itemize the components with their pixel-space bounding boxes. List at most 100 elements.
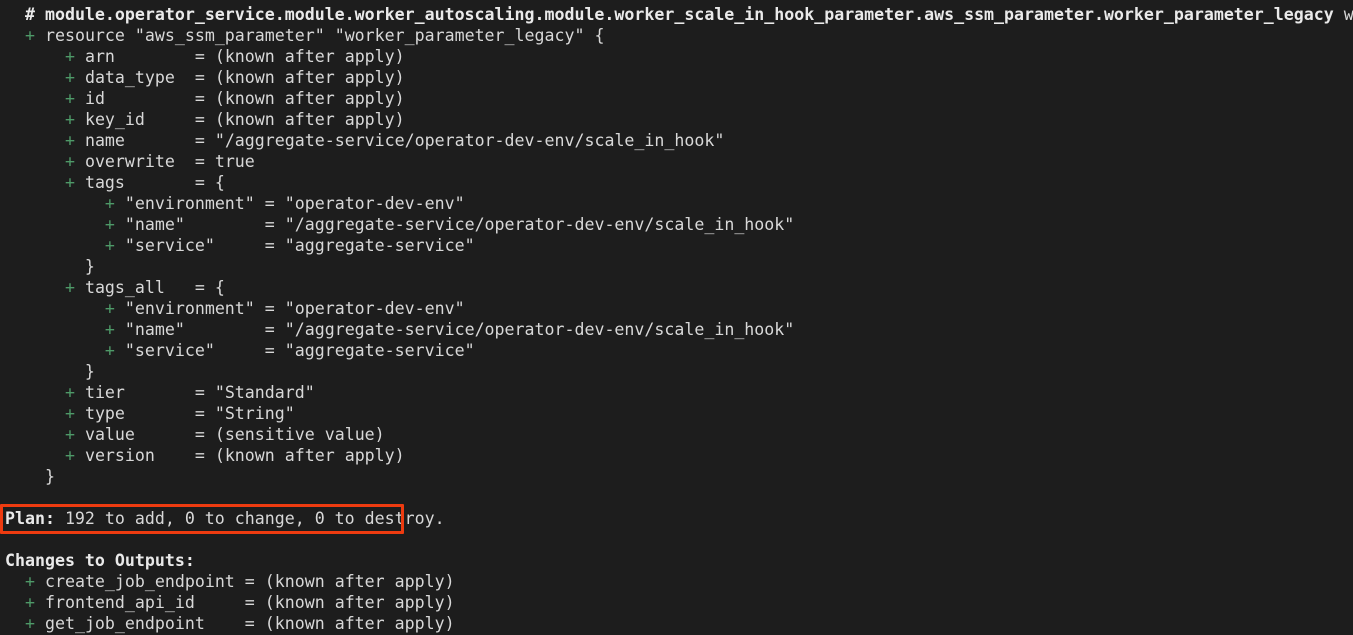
- tag-entry-line: + "environment" = "operator-dev-env": [0, 193, 1353, 214]
- add-marker: +: [64, 278, 75, 297]
- resource-header-line: # module.operator_service.module.worker_…: [0, 4, 1353, 25]
- attribute-text: id = (known after apply): [84, 89, 405, 108]
- output-item-line: + create_job_endpoint = (known after app…: [0, 571, 1353, 592]
- attribute-line: + id = (known after apply): [0, 88, 1353, 109]
- tag-entry-text: "environment" = "operator-dev-env": [124, 194, 465, 213]
- tags-all-close-line: }: [0, 361, 1353, 382]
- attribute-line: + name = "/aggregate-service/operator-de…: [0, 130, 1353, 151]
- output-item-line: + frontend_api_id = (known after apply): [0, 592, 1353, 613]
- tags-all-open-line: + tags_all = {: [0, 277, 1353, 298]
- tags-all-close-brace: }: [64, 362, 95, 381]
- attribute-line: + type = "String": [0, 403, 1353, 424]
- attribute-text: overwrite = true: [84, 152, 255, 171]
- tags-close-brace: }: [64, 257, 95, 276]
- attribute-line: + tier = "Standard": [0, 382, 1353, 403]
- tag-entry-text: "service" = "aggregate-service": [124, 341, 475, 360]
- tag-entry-text: "name" = "/aggregate-service/operator-de…: [124, 215, 795, 234]
- add-marker: +: [64, 47, 75, 66]
- resource-address: module.operator_service.module.worker_au…: [44, 5, 1334, 24]
- add-marker: +: [64, 383, 75, 402]
- terminal-output-pane[interactable]: # module.operator_service.module.worker_…: [0, 0, 1353, 635]
- tag-entry-line: + "environment" = "operator-dev-env": [0, 298, 1353, 319]
- add-marker: +: [104, 299, 115, 318]
- attribute-text: tags = {: [84, 173, 225, 192]
- output-item-text: frontend_api_id = (known after apply): [44, 593, 455, 612]
- outputs-heading: Changes to Outputs:: [5, 551, 195, 570]
- tags-all-open-text: tags_all = {: [84, 278, 225, 297]
- add-marker: +: [64, 173, 75, 192]
- tag-entry-line: + "name" = "/aggregate-service/operator-…: [0, 319, 1353, 340]
- plan-summary-line: Plan: 192 to add, 0 to change, 0 to dest…: [0, 504, 1353, 534]
- add-marker: +: [24, 593, 35, 612]
- attribute-text: arn = (known after apply): [84, 47, 405, 66]
- attribute-line: + version = (known after apply): [0, 445, 1353, 466]
- add-marker: +: [64, 68, 75, 87]
- resource-close-line: }: [0, 466, 1353, 487]
- attribute-line: + arn = (known after apply): [0, 46, 1353, 67]
- attribute-text: name = "/aggregate-service/operator-dev-…: [84, 131, 725, 150]
- tag-entry-line: + "service" = "aggregate-service": [0, 340, 1353, 361]
- add-marker: +: [64, 404, 75, 423]
- attribute-text: key_id = (known after apply): [84, 110, 405, 129]
- plan-summary-detail: 192 to add, 0 to change, 0 to destroy.: [54, 509, 445, 528]
- add-marker: +: [24, 614, 35, 633]
- output-item-text: create_job_endpoint = (known after apply…: [44, 572, 455, 591]
- add-marker: +: [104, 215, 115, 234]
- resource-action-text: [1334, 5, 1344, 24]
- resource-open-text: resource "aws_ssm_parameter" "worker_par…: [44, 26, 605, 45]
- add-marker: +: [104, 194, 115, 213]
- attribute-line: + value = (sensitive value): [0, 424, 1353, 445]
- resource-header-marker: #: [5, 5, 45, 24]
- add-marker: +: [64, 89, 75, 108]
- output-item-text: get_job_endpoint = (known after apply): [44, 614, 455, 633]
- attribute-text: data_type = (known after apply): [84, 68, 405, 87]
- attribute-line: + data_type = (known after apply): [0, 67, 1353, 88]
- attribute-text: tier = "Standard": [84, 383, 315, 402]
- tag-entry-line: + "name" = "/aggregate-service/operator-…: [0, 214, 1353, 235]
- resource-close-brace: }: [24, 467, 55, 486]
- add-marker: +: [104, 236, 115, 255]
- add-marker: +: [64, 425, 75, 444]
- attribute-line: + overwrite = true: [0, 151, 1353, 172]
- tag-entry-line: + "service" = "aggregate-service": [0, 235, 1353, 256]
